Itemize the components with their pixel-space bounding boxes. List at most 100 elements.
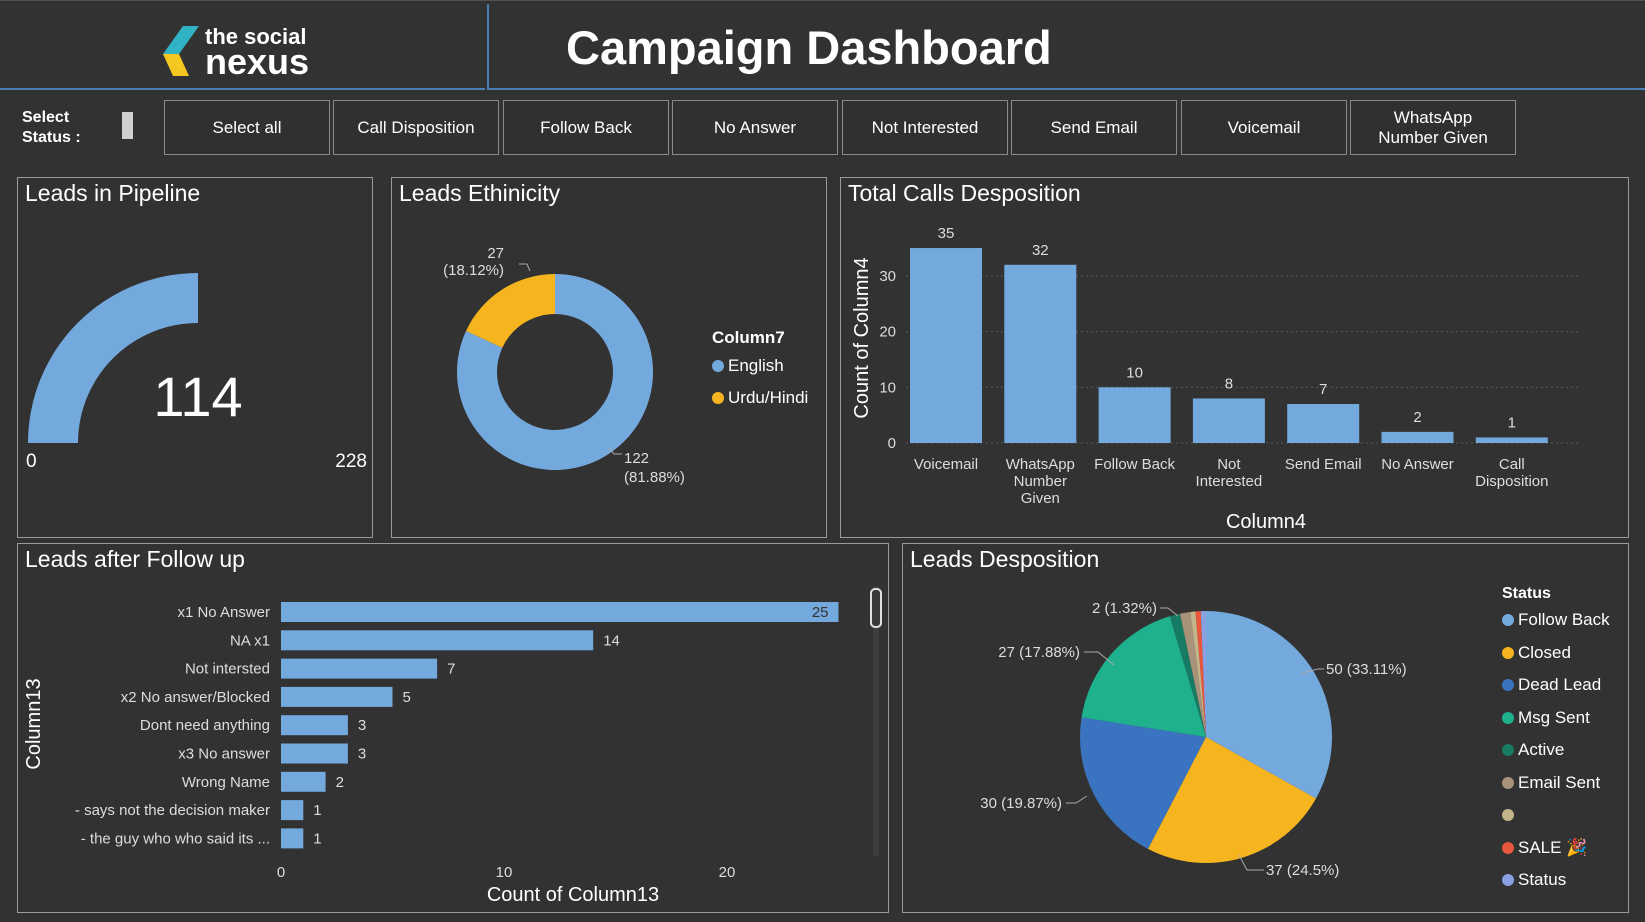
calls-x-tick-label: Follow Back — [1094, 456, 1175, 473]
legend-label: Urdu/Hindi — [728, 388, 809, 407]
calls-x-tick-label: Voicemail — [914, 456, 978, 473]
panel-total-calls: Total Calls Desposition Count of Column4… — [840, 177, 1629, 538]
slicer-btn-follow-back[interactable]: Follow Back — [503, 100, 669, 155]
legend-dot — [1502, 614, 1514, 626]
ethnicity-legend-urdu: Urdu/Hindi — [712, 388, 808, 408]
ethnicity-legend-title: Column7 — [712, 328, 785, 347]
calls-bar[interactable] — [1475, 437, 1548, 443]
header-divider-right — [487, 88, 1645, 90]
calls-bar-value: 8 — [1225, 375, 1233, 392]
disposition-legend-item[interactable]: Closed — [1502, 643, 1571, 663]
calls-x-tick-label: WhatsApp — [1006, 456, 1075, 473]
followup-category-label: x1 No Answer — [177, 604, 270, 621]
calls-x-tick-label: Send Email — [1285, 456, 1362, 473]
calls-y-tick: 0 — [888, 435, 896, 452]
legend-dot — [1502, 874, 1514, 886]
legend-label: Status — [1518, 870, 1567, 889]
followup-bar[interactable] — [281, 686, 393, 707]
slicer-btn-call-disposition[interactable]: Call Disposition — [333, 100, 499, 155]
pie-label-active: 2 (1.32%) — [1092, 600, 1157, 617]
disposition-legend-item[interactable]: Msg Sent — [1502, 708, 1590, 728]
slicer-btn-no-answer[interactable]: No Answer — [672, 100, 838, 155]
calls-y-tick: 30 — [879, 268, 896, 285]
followup-bar[interactable] — [281, 800, 304, 821]
followup-category-label: Wrong Name — [182, 774, 270, 791]
legend-dot — [1502, 809, 1514, 821]
calls-x-axis-label: Column4 — [1226, 511, 1306, 533]
gauge-chart: 114 0 228 — [26, 273, 367, 472]
calls-bar-value: 7 — [1319, 381, 1327, 398]
slicer-btn-send-email[interactable]: Send Email — [1011, 100, 1177, 155]
panel-leads-in-pipeline: Leads in Pipeline 114 0 228 — [17, 177, 373, 538]
disposition-legend-item[interactable]: Dead Lead — [1502, 675, 1601, 695]
slicer-btn-select-all[interactable]: Select all — [164, 100, 330, 155]
calls-y-axis-label: Count of Column4 — [851, 257, 873, 418]
followup-x-tick: 20 — [719, 864, 736, 881]
followup-bar[interactable] — [281, 828, 304, 849]
page-title: Campaign Dashboard — [566, 21, 1052, 74]
disposition-legend-item[interactable]: SALE 🎉 — [1502, 838, 1587, 858]
followup-bar-value: 1 — [313, 802, 321, 819]
followup-bar[interactable] — [281, 771, 326, 792]
disposition-legend-item[interactable]: Follow Back — [1502, 610, 1610, 630]
followup-bar-value: 14 — [603, 632, 620, 649]
followup-x-axis-label: Count of Column13 — [487, 884, 659, 906]
slicer-btn-voicemail[interactable]: Voicemail — [1181, 100, 1347, 155]
followup-bar-value: 1 — [313, 830, 321, 847]
calls-bar-value: 1 — [1508, 414, 1516, 431]
calls-bar-value: 2 — [1413, 409, 1421, 426]
donut-label-english-count: 122 — [624, 450, 649, 467]
disposition-legend-title: Status — [1502, 585, 1551, 602]
calls-y-tick: 10 — [879, 379, 896, 396]
gauge-min: 0 — [26, 451, 37, 472]
followup-bar[interactable] — [281, 602, 839, 622]
followup-bar-value: 3 — [358, 717, 366, 734]
disposition-legend-item[interactable]: Email Sent — [1502, 773, 1600, 793]
legend-dot — [1502, 744, 1514, 756]
followup-x-tick: 0 — [277, 864, 285, 881]
calls-x-tick-label: Not — [1217, 456, 1241, 473]
calls-bar[interactable] — [1192, 398, 1265, 443]
calls-x-tick-label: Given — [1021, 490, 1060, 507]
legend-label: Email Sent — [1518, 772, 1601, 792]
followup-category-label: Dont need anything — [140, 717, 270, 734]
followup-category-label: Not intersted — [185, 661, 270, 678]
legend-label: Active — [1518, 740, 1565, 759]
followup-bar-value: 7 — [447, 661, 455, 678]
legend-label: Closed — [1518, 642, 1571, 662]
slicer-handle[interactable] — [122, 112, 133, 139]
slicer-label: Select Status : — [22, 108, 81, 148]
calls-x-tick-label: Call — [1499, 456, 1525, 473]
disposition-legend-item[interactable]: Active — [1502, 740, 1564, 760]
donut-slice-urdu-hindi — [466, 274, 555, 348]
legend-dot — [712, 392, 724, 404]
calls-bar[interactable] — [1287, 404, 1360, 443]
followup-category-label: x2 No answer/Blocked — [121, 689, 270, 706]
disposition-legend-item[interactable]: Status — [1502, 870, 1566, 890]
disposition-legend-item[interactable] — [1502, 805, 1518, 825]
pie-label-msg-sent: 27 (17.88%) — [998, 644, 1080, 661]
followup-bar[interactable] — [281, 658, 438, 679]
slicer-btn-not-interested[interactable]: Not Interested — [842, 100, 1008, 155]
logo-mark: the social nexus — [163, 24, 309, 82]
pie-label-closed: 37 (24.5%) — [1266, 862, 1339, 879]
followup-category-label: x3 No answer — [178, 746, 270, 763]
calls-bar[interactable] — [910, 248, 982, 443]
legend-dot — [1502, 679, 1514, 691]
followup-bar[interactable] — [281, 630, 594, 651]
slicer-btn-whatsapp[interactable]: WhatsApp Number Given — [1350, 100, 1516, 155]
calls-x-tick-label: Number — [1014, 473, 1067, 490]
followup-bar-value: 5 — [403, 689, 411, 706]
followup-bar-value: 25 — [812, 604, 829, 621]
legend-dot — [1502, 841, 1514, 854]
calls-x-tick-label: No Answer — [1381, 456, 1454, 473]
followup-bar[interactable] — [281, 715, 348, 736]
calls-bar[interactable] — [1381, 431, 1454, 443]
followup-scrollbar-thumb[interactable] — [870, 588, 882, 628]
slicer-label-line1: Select — [22, 109, 70, 126]
followup-y-axis-label: Column13 — [23, 678, 45, 769]
gauge-max: 228 — [335, 451, 367, 472]
calls-bar[interactable] — [1004, 264, 1077, 443]
followup-bar[interactable] — [281, 743, 348, 764]
calls-bar[interactable] — [1098, 387, 1171, 443]
